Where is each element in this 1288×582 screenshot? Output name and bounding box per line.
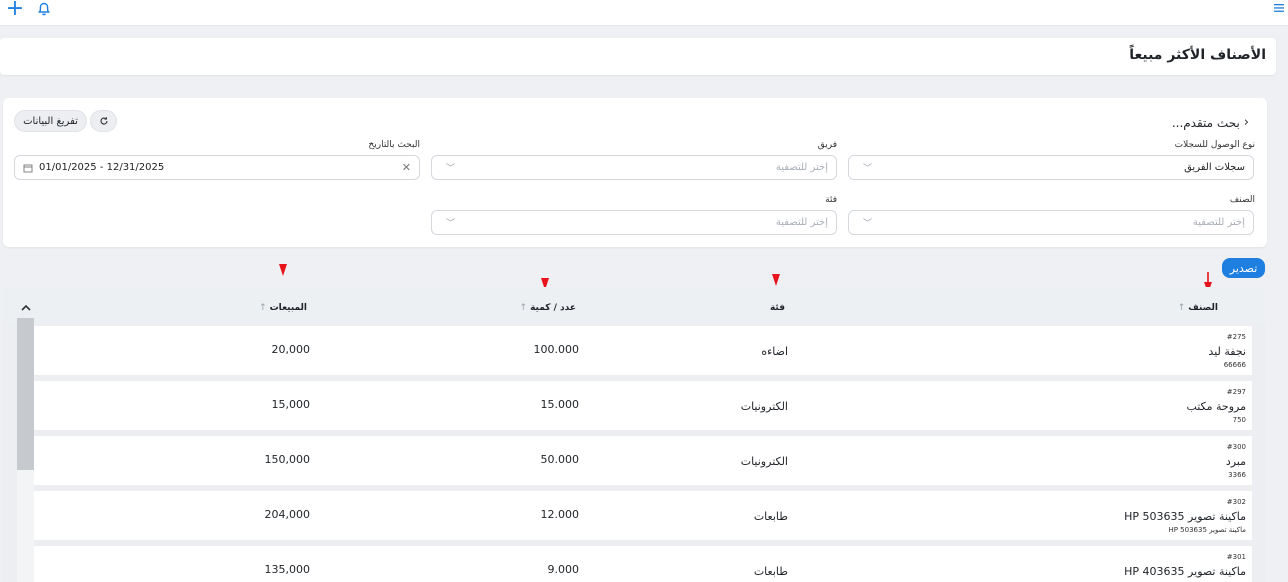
item-code: #297 bbox=[1226, 388, 1246, 396]
table-row[interactable]: #297 مروحة مكتب 750 الكترونيات 15.000 15… bbox=[34, 381, 1252, 430]
clear-data-button[interactable]: تفريغ البيانات bbox=[14, 110, 87, 132]
column-item-label: الصنف bbox=[1188, 303, 1218, 313]
advanced-search-label: بحث متقدم... bbox=[1171, 115, 1240, 130]
chevron-down-icon: ﹀ bbox=[446, 219, 456, 229]
chevron-left-icon: ‹ bbox=[1243, 115, 1249, 130]
bell-icon[interactable] bbox=[36, 1, 52, 17]
hamburger-icon[interactable] bbox=[1273, 2, 1285, 14]
table-header: الصنف ↑ فئة عدد / كمية ↑ المبيعات ↑ bbox=[3, 287, 1265, 323]
date-range-input[interactable]: 01/01/2025 - 12/31/2025 ✕ bbox=[14, 155, 420, 180]
page-header: الأصناف الأكثر مبيعاً bbox=[0, 38, 1276, 75]
chevron-down-icon: ﹀ bbox=[863, 219, 873, 229]
item-sales: 15,000 bbox=[271, 398, 311, 411]
item-qty: 9.000 bbox=[547, 563, 580, 576]
refresh-button[interactable] bbox=[90, 110, 117, 132]
item-name: مروحة مكتب bbox=[1186, 400, 1246, 413]
top-bar: + bbox=[0, 0, 1288, 26]
export-button[interactable]: تصدير bbox=[1222, 258, 1265, 278]
plus-icon[interactable]: + bbox=[4, 0, 26, 22]
table-row[interactable]: #302 ماكينة تصوير HP 503635 ماكينة تصوير… bbox=[34, 491, 1252, 540]
item-category: الكترونيات bbox=[740, 400, 788, 413]
item-qty: 100.000 bbox=[533, 343, 580, 356]
clear-date-icon[interactable]: ✕ bbox=[402, 161, 411, 174]
item-subtext: 66666 bbox=[1223, 361, 1246, 369]
chevron-down-icon: ﹀ bbox=[863, 164, 873, 174]
column-qty-label: عدد / كمية bbox=[530, 303, 576, 313]
category-select[interactable]: إختر للتصفية ﹀ bbox=[431, 210, 837, 235]
table-row[interactable]: #300 مبرد 3366 الكترونيات 50.000 150,000 bbox=[34, 436, 1252, 485]
team-select[interactable]: إختر للتصفية ﹀ bbox=[431, 155, 837, 180]
chevron-down-icon: ﹀ bbox=[446, 164, 456, 174]
column-category-label: فئة bbox=[769, 303, 785, 313]
item-qty: 15.000 bbox=[540, 398, 580, 411]
date-filter-label: البحث بالتاريخ bbox=[368, 140, 420, 150]
team-label: فريق bbox=[817, 140, 837, 150]
item-placeholder: إختر للتصفية bbox=[1192, 217, 1245, 228]
item-subtext: ماكينة تصوير HP 503635 bbox=[1168, 526, 1246, 534]
refresh-icon bbox=[99, 117, 108, 125]
item-name: ماكينة تصوير HP 503635 bbox=[1124, 510, 1246, 523]
item-category: طابعات bbox=[753, 565, 788, 578]
item-select[interactable]: إختر للتصفية ﹀ bbox=[848, 210, 1254, 235]
page-title: الأصناف الأكثر مبيعاً bbox=[1129, 47, 1266, 63]
scrollbar-thumb[interactable] bbox=[17, 318, 34, 470]
column-sales-label: المبيعات bbox=[269, 303, 307, 313]
category-placeholder: إختر للتصفية bbox=[775, 217, 828, 228]
item-qty: 12.000 bbox=[540, 508, 580, 521]
item-sales: 20,000 bbox=[271, 343, 311, 356]
chevron-up-icon[interactable] bbox=[20, 303, 32, 313]
item-code: #275 bbox=[1226, 333, 1246, 341]
advanced-search-toggle[interactable]: ‹ بحث متقدم... bbox=[1172, 115, 1249, 130]
item-sales: 135,000 bbox=[264, 563, 311, 576]
item-category: طابعات bbox=[753, 510, 788, 523]
item-category: الكترونيات bbox=[740, 455, 788, 468]
sort-arrow-icon: ↑ bbox=[519, 303, 528, 313]
team-placeholder: إختر للتصفية bbox=[775, 162, 828, 173]
calendar-icon bbox=[23, 164, 33, 172]
table-row[interactable]: #275 نجفة ليد 66666 اضاءه 100.000 20,000 bbox=[34, 326, 1252, 375]
table-row[interactable]: #301 ماكينة تصوير HP 403635 طابعات 9.000… bbox=[34, 546, 1252, 582]
item-name: ماكينة تصوير HP 403635 bbox=[1124, 565, 1246, 578]
column-header-category[interactable]: فئة bbox=[770, 303, 785, 313]
column-header-sales[interactable]: المبيعات ↑ bbox=[259, 303, 307, 313]
item-name: مبرد bbox=[1225, 455, 1246, 468]
item-sales: 204,000 bbox=[264, 508, 311, 521]
sort-arrow-icon: ↑ bbox=[1177, 303, 1186, 313]
red-arrow-icon bbox=[279, 264, 287, 276]
filter-panel: ‹ بحث متقدم... تفريغ البيانات نوع الوصول… bbox=[3, 98, 1267, 247]
item-sales: 150,000 bbox=[264, 453, 311, 466]
item-subtext: 750 bbox=[1232, 416, 1246, 424]
best-selling-table: الصنف ↑ فئة عدد / كمية ↑ المبيعات ↑ #275… bbox=[3, 287, 1265, 582]
record-access-select[interactable]: سجلات الفريق ﹀ bbox=[848, 155, 1254, 180]
item-filter-label: الصنف bbox=[1229, 195, 1255, 205]
record-access-value: سجلات الفريق bbox=[1184, 162, 1245, 173]
item-category: اضاءه bbox=[761, 345, 788, 358]
sort-arrow-icon: ↑ bbox=[259, 303, 267, 313]
item-code: #301 bbox=[1226, 553, 1246, 561]
item-qty: 50.000 bbox=[540, 453, 580, 466]
item-name: نجفة ليد bbox=[1208, 345, 1246, 358]
record-access-label: نوع الوصول للسجلات bbox=[1174, 140, 1255, 150]
red-arrow-icon bbox=[772, 274, 780, 286]
column-header-item[interactable]: الصنف ↑ bbox=[1178, 303, 1218, 313]
date-range-value: 01/01/2025 - 12/31/2025 bbox=[39, 162, 165, 173]
category-filter-label: فئة bbox=[825, 195, 837, 205]
item-code: #300 bbox=[1226, 443, 1246, 451]
item-code: #302 bbox=[1226, 498, 1246, 506]
item-subtext: 3366 bbox=[1228, 471, 1246, 479]
column-header-qty[interactable]: عدد / كمية ↑ bbox=[520, 303, 576, 313]
